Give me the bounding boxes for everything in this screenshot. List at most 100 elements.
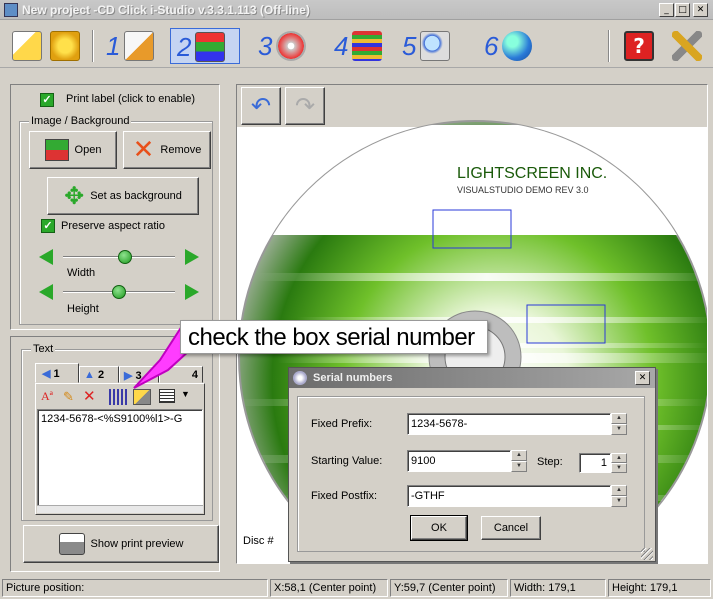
- font-icon[interactable]: Aª: [41, 389, 61, 405]
- dialog-close-button[interactable]: ✕: [635, 371, 650, 385]
- spin-down-icon[interactable]: ▼: [611, 463, 627, 473]
- postfix-label: Fixed Postfix:: [311, 490, 378, 502]
- text-tab-2[interactable]: ▲ 2: [79, 366, 119, 383]
- globe-icon: [502, 31, 533, 61]
- title-bar: New project -CD Click i-Studio v.3.3.1.1…: [0, 0, 713, 20]
- postfix-spinner[interactable]: ▲ ▼: [611, 485, 627, 507]
- print-label-checkbox[interactable]: ✓: [40, 93, 54, 107]
- maximize-button[interactable]: □: [675, 3, 690, 17]
- text-tab-2-icon: ▲: [84, 369, 98, 381]
- step-input[interactable]: 1: [579, 453, 611, 473]
- status-position: Picture position:: [2, 579, 268, 597]
- width-slider-knob[interactable]: [117, 250, 132, 264]
- delete-icon[interactable]: ✕: [83, 387, 101, 405]
- show-print-preview-button[interactable]: Show print preview: [23, 525, 219, 563]
- prefix-label: Fixed Prefix:: [311, 418, 373, 430]
- start-input[interactable]: 9100: [407, 450, 511, 472]
- step-3-number: 3: [258, 31, 273, 61]
- preserve-aspect-checkbox[interactable]: ✓: [41, 219, 55, 233]
- text-tab-1[interactable]: ◀ 1: [35, 363, 79, 383]
- spin-up-icon[interactable]: ▲: [611, 453, 627, 463]
- start-spinner[interactable]: ▲ ▼: [511, 450, 527, 472]
- spin-up-icon[interactable]: ▲: [511, 450, 527, 461]
- disc-number-label: Disc #: [243, 535, 274, 547]
- print-search-icon: [420, 31, 451, 61]
- minimize-button[interactable]: _: [659, 3, 674, 17]
- step-5-button[interactable]: 5: [402, 28, 451, 64]
- remove-label: Remove: [160, 144, 202, 156]
- text-editor-content: 1234-5678-<%S9100%l1>-G: [41, 413, 183, 425]
- toolbar-separator: [608, 30, 610, 62]
- dialog-title-bar: Serial numbers ✕: [289, 368, 655, 388]
- text-editor-hscroll[interactable]: [37, 505, 203, 513]
- move-arrows-icon: ✥: [64, 182, 85, 210]
- spin-up-icon[interactable]: ▲: [611, 413, 627, 424]
- height-decrease-arrow[interactable]: [39, 284, 53, 300]
- step-1-number: 1: [106, 31, 121, 61]
- status-y: Y:59,7 (Center point): [390, 579, 508, 597]
- image-background-heading: Image / Background: [29, 115, 132, 127]
- spin-down-icon[interactable]: ▼: [611, 424, 627, 435]
- burn-disc-icon: [276, 31, 307, 61]
- text-tab-1-label: 1: [53, 368, 60, 380]
- ok-label: OK: [431, 522, 447, 534]
- prefix-input[interactable]: 1234-5678-: [407, 413, 611, 435]
- step-label: Step:: [537, 456, 563, 468]
- step-6-button[interactable]: 6: [484, 28, 533, 64]
- width-decrease-arrow[interactable]: [39, 249, 53, 265]
- step-1-button[interactable]: 1: [106, 28, 155, 64]
- ok-button[interactable]: OK: [410, 515, 468, 541]
- set-background-label: Set as background: [90, 190, 182, 202]
- step-6-number: 6: [484, 31, 499, 61]
- paint-bucket-icon: [195, 32, 226, 62]
- step-4-number: 4: [334, 31, 349, 61]
- print-label-text: Print label (click to enable): [66, 93, 196, 105]
- main-toolbar: 1 2 3 4 5 6 ?: [0, 22, 713, 68]
- spin-up-icon[interactable]: ▲: [611, 485, 627, 496]
- show-print-preview-label: Show print preview: [90, 538, 184, 550]
- open-project-button[interactable]: [50, 28, 80, 64]
- instruction-callout: check the box serial number: [180, 320, 488, 354]
- height-increase-arrow[interactable]: [185, 284, 199, 300]
- preserve-aspect-label: Preserve aspect ratio: [61, 220, 165, 232]
- text-editor[interactable]: 1234-5678-<%S9100%l1>-G: [37, 409, 203, 511]
- text-tab-1-icon: ◀: [42, 368, 54, 380]
- new-document-icon: [12, 31, 42, 61]
- disc-stack-icon: [352, 31, 383, 61]
- app-icon: [4, 3, 18, 17]
- height-label: Height: [67, 303, 99, 315]
- text-tab-2-label: 2: [97, 369, 105, 381]
- open-label: Open: [74, 144, 102, 156]
- status-x: X:58,1 (Center point): [270, 579, 388, 597]
- set-background-button[interactable]: ✥ Set as background: [47, 177, 199, 215]
- cancel-label: Cancel: [493, 522, 529, 534]
- postfix-input[interactable]: -GTHF: [407, 485, 611, 507]
- step-4-button[interactable]: 4: [334, 28, 383, 64]
- dialog-disc-icon: [293, 371, 307, 385]
- settings-button[interactable]: [672, 28, 702, 64]
- resize-grip-icon[interactable]: [641, 548, 653, 560]
- status-height: Height: 179,1: [608, 579, 711, 597]
- height-slider-knob[interactable]: [112, 285, 126, 299]
- width-label: Width: [67, 267, 96, 279]
- help-button[interactable]: ?: [624, 28, 654, 64]
- spin-down-icon[interactable]: ▼: [511, 461, 527, 472]
- width-increase-arrow[interactable]: [185, 249, 199, 265]
- step-2-button[interactable]: 2: [170, 28, 240, 64]
- cancel-button[interactable]: Cancel: [481, 516, 541, 540]
- open-button[interactable]: Open: [29, 131, 117, 169]
- company-subtitle: VISUALSTUDIO DEMO REV 3.0: [457, 185, 589, 195]
- dialog-title: Serial numbers: [313, 372, 393, 384]
- remove-button[interactable]: ✕ Remove: [123, 131, 211, 169]
- new-project-button[interactable]: [12, 28, 42, 64]
- text-heading: Text: [31, 343, 56, 355]
- prefix-spinner[interactable]: ▲ ▼: [611, 413, 627, 435]
- spin-down-icon[interactable]: ▼: [611, 496, 627, 507]
- paint-icon[interactable]: ✎: [63, 389, 81, 405]
- status-bar: Picture position: X:58,1 (Center point) …: [0, 577, 713, 599]
- step-spinner[interactable]: ▲ ▼: [611, 453, 627, 473]
- toolbar-separator: [92, 30, 94, 62]
- step-3-button[interactable]: 3: [258, 28, 307, 64]
- open-star-icon: [50, 31, 80, 61]
- close-button[interactable]: ✕: [693, 3, 708, 17]
